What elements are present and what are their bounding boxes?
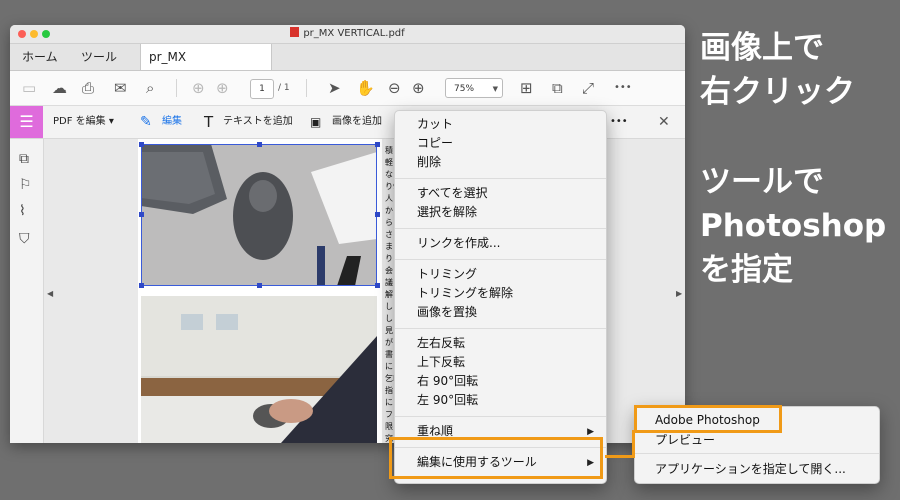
resize-handle[interactable]: [139, 142, 144, 147]
page-number-input[interactable]: 1: [250, 79, 274, 99]
menu-separator: [395, 259, 606, 260]
zoom-value: 75%: [454, 84, 475, 94]
tab-bar: ホーム ツール pr_MX VERTICAL....×: [10, 44, 685, 90]
office-photo-art: [141, 296, 377, 443]
print-icon[interactable]: ⎙: [82, 71, 94, 105]
collapse-left-icon[interactable]: ◀: [47, 289, 53, 298]
menu-item-rotate-left[interactable]: 左 90°回転: [417, 391, 478, 410]
resize-handle[interactable]: [139, 283, 144, 288]
resize-handle[interactable]: [257, 283, 262, 288]
close-edit-icon[interactable]: ✕: [658, 106, 670, 138]
add-text-button[interactable]: テキストを追加: [223, 106, 293, 138]
text-icon[interactable]: T: [204, 106, 213, 138]
menu-separator: [395, 228, 606, 229]
page-total: / 1: [278, 83, 290, 93]
menu-item-rotate-right[interactable]: 右 90°回転: [417, 372, 478, 391]
more-edit-icon[interactable]: •••: [610, 106, 628, 138]
window-title: pr_MX VERTICAL.pdf: [303, 28, 405, 39]
annotation-line: 右クリック: [700, 74, 855, 110]
minimize-window-button[interactable]: [30, 30, 38, 38]
pdf-edit-dropdown[interactable]: PDF を編集 ▾: [53, 106, 114, 138]
menu-item-copy[interactable]: コピー: [417, 134, 453, 153]
edit-pdf-icon[interactable]: ☰: [10, 106, 43, 138]
resize-handle[interactable]: [375, 283, 380, 288]
menu-separator: [395, 328, 606, 329]
toolbar-divider: [176, 79, 177, 97]
select-cursor-icon[interactable]: ➤: [328, 71, 341, 105]
submenu-item-preview[interactable]: プレビュー: [655, 431, 715, 448]
toolbar-divider: [306, 79, 307, 97]
menu-item-cut[interactable]: カット: [417, 115, 453, 134]
annotation-line: を指定: [700, 252, 793, 288]
page-up-icon[interactable]: ⊕: [192, 71, 205, 105]
image-selection-frame: [141, 144, 377, 286]
menu-item-replace-image[interactable]: 画像を置換: [417, 303, 477, 322]
menu-separator: [395, 416, 606, 417]
zoom-select[interactable]: 75% ▼: [445, 78, 503, 98]
edit-pencil-icon[interactable]: ✎: [140, 106, 152, 138]
pdf-file-icon: [290, 27, 300, 37]
context-menu: カット コピー 削除 すべてを選択 選択を解除 リンクを作成... トリミング …: [394, 110, 607, 484]
search-icon[interactable]: ⌕: [146, 71, 154, 105]
annotation-line: 画像上で: [700, 30, 824, 66]
collapse-right-icon[interactable]: ▶: [676, 289, 682, 298]
zoom-out-icon[interactable]: ⊖: [388, 71, 401, 105]
menu-item-flip-horizontal[interactable]: 左右反転: [417, 334, 465, 353]
resize-handle[interactable]: [375, 142, 380, 147]
highlight-connector: [605, 455, 634, 458]
menu-item-flip-vertical[interactable]: 上下反転: [417, 353, 465, 372]
mail-icon[interactable]: ✉: [114, 71, 127, 105]
add-image-button[interactable]: 画像を追加: [332, 106, 382, 138]
page-thumbnails-icon[interactable]: ⧉: [19, 151, 29, 167]
menu-item-select-all[interactable]: すべてを選択: [417, 184, 487, 203]
main-toolbar: ▭ ☁ ⎙ ✉ ⌕ ⊕ ⊕ 1 / 1 ➤ ✋ ⊖ ⊕ 75% ▼ ⊞ ⧉ ⤢ •…: [10, 71, 685, 106]
rotate-page-icon[interactable]: ⧉: [552, 71, 563, 105]
document-security-icon[interactable]: ⛉: [19, 231, 30, 247]
image-icon[interactable]: ▣: [310, 106, 321, 138]
resize-handle[interactable]: [257, 142, 262, 147]
hand-icon[interactable]: ✋: [356, 71, 375, 105]
edit-using-highlight: [389, 437, 603, 479]
annotation-line: Photoshop: [700, 208, 887, 244]
menu-item-deselect[interactable]: 選択を解除: [417, 203, 477, 222]
chevron-down-icon: ▼: [492, 85, 498, 93]
full-screen-icon[interactable]: ⤢: [582, 71, 594, 105]
bookmark-icon[interactable]: ⚐: [19, 177, 32, 193]
title-bar: pr_MX VERTICAL.pdf: [10, 25, 685, 44]
submenu-item-choose-app[interactable]: アプリケーションを指定して開く...: [655, 460, 846, 477]
cloud-upload-icon[interactable]: ☁: [52, 71, 67, 105]
page-down-icon[interactable]: ⊕: [216, 71, 229, 105]
office-photo-image[interactable]: [141, 296, 377, 443]
save-icon[interactable]: ▭: [22, 71, 36, 105]
resize-handle[interactable]: [139, 212, 144, 217]
tab-tools[interactable]: ツール: [81, 44, 117, 70]
menu-item-uncrop[interactable]: トリミングを解除: [417, 284, 513, 303]
annotation-line: ツールで: [700, 164, 824, 200]
tab-document[interactable]: pr_MX VERTICAL....×: [140, 44, 272, 90]
left-navigation-pane: ⧉ ⚐ ⌇ ⛉: [10, 139, 44, 443]
more-tools-icon[interactable]: •••: [614, 71, 632, 105]
page-fit-icon[interactable]: ⊞: [520, 71, 533, 105]
menu-separator: [635, 453, 879, 454]
menu-separator: [395, 178, 606, 179]
menu-item-crop[interactable]: トリミング: [417, 265, 477, 284]
resize-handle[interactable]: [375, 212, 380, 217]
submenu-arrow-icon: ▶: [587, 427, 594, 437]
pdf-edit-label: PDF を編集: [53, 116, 106, 127]
attachment-icon[interactable]: ⌇: [19, 203, 26, 219]
edit-button[interactable]: 編集: [162, 106, 182, 138]
menu-item-create-link[interactable]: リンクを作成...: [417, 234, 500, 253]
zoom-in-icon[interactable]: ⊕: [412, 71, 425, 105]
menu-item-delete[interactable]: 削除: [417, 153, 441, 172]
tab-home[interactable]: ホーム: [22, 44, 58, 70]
close-window-button[interactable]: [18, 30, 26, 38]
zoom-window-button[interactable]: [42, 30, 50, 38]
highlight-connector: [632, 430, 635, 458]
photoshop-highlight: [634, 405, 782, 433]
